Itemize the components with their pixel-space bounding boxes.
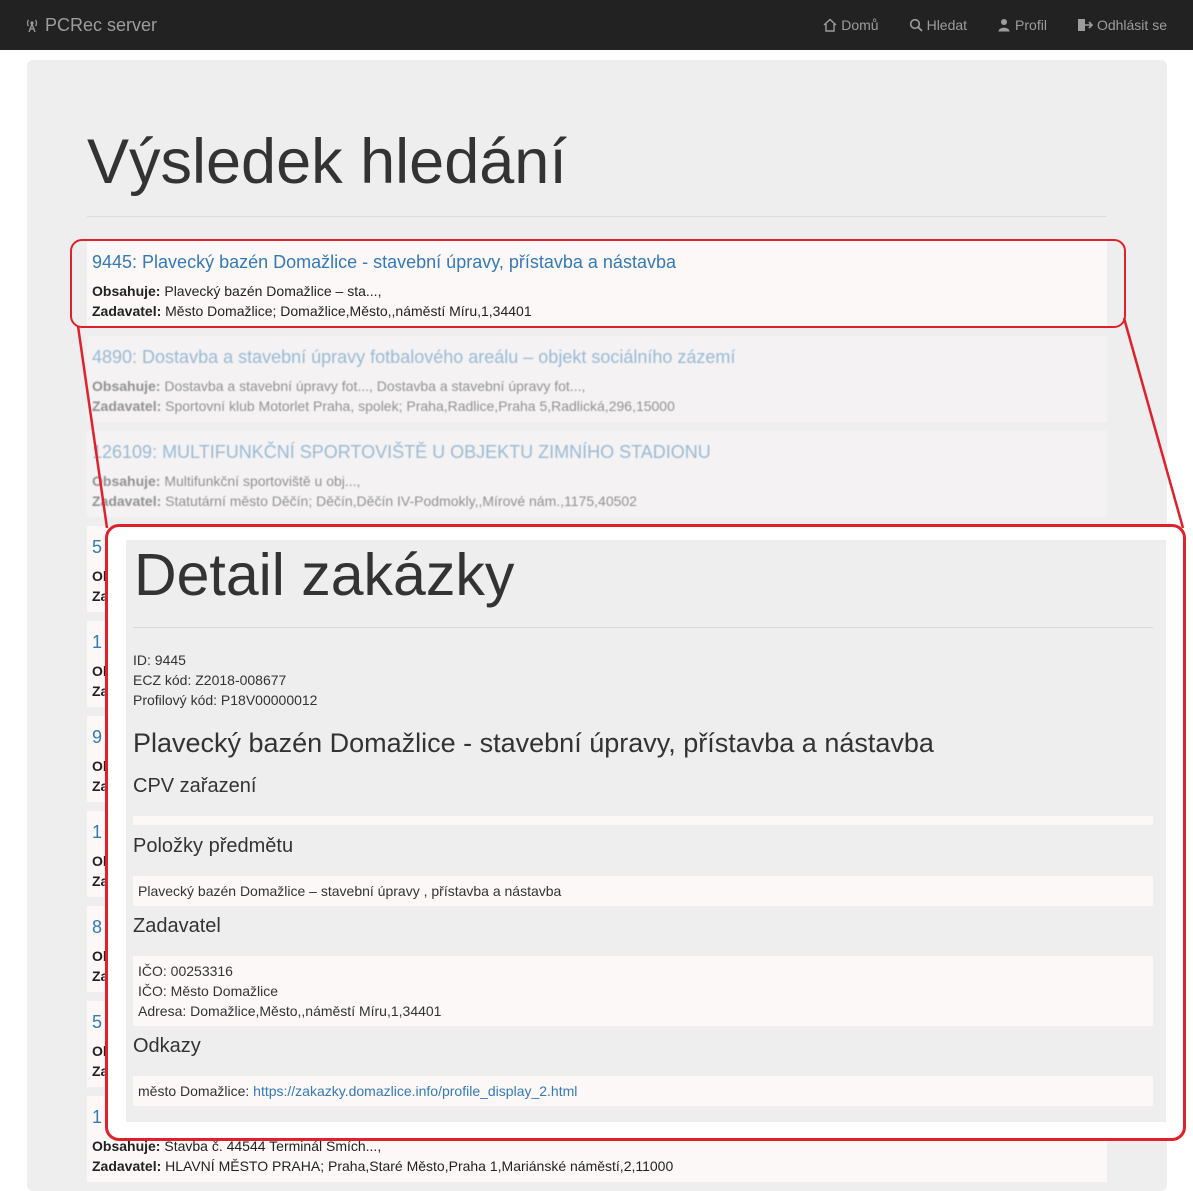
submitter-value: HLAVNÍ MĚSTO PRAHA; Praha,Staré Město,Pr… [165, 1158, 674, 1174]
contains-label: Obsahuje: [92, 378, 161, 394]
result-item: 4890: Dostavba a stavební úpravy fotbalo… [87, 336, 1107, 422]
title-divider [87, 216, 1107, 217]
navbar: PCRec server Domů Hledat Profil Odhlásit… [0, 0, 1193, 50]
submitter-value: Statutární město Děčín; Děčín,Děčín IV-P… [165, 493, 637, 509]
result-submitter: Zadavatel: HLAVNÍ MĚSTO PRAHA; Praha,Sta… [92, 1156, 1102, 1176]
contains-value: Multifunkční sportoviště u obj..., [164, 473, 361, 489]
page-title: Výsledek hledání [87, 127, 567, 197]
detail-title: Detail zakázky [134, 542, 515, 608]
result-title-link[interactable]: 126109: MULTIFUNKČNÍ SPORTOVIŠTĚ U OBJEK… [92, 441, 1102, 463]
result-contains: Obsahuje: Dostavba a stavební úpravy fot… [92, 376, 1102, 396]
highlight-frame [70, 239, 1126, 328]
nav-profile[interactable]: Profil [997, 17, 1047, 33]
search-icon [909, 18, 923, 32]
submitter-address: Adresa: Domažlice,Město,,náměstí Míru,1,… [138, 1003, 442, 1019]
detail-id: ID: 9445 [133, 652, 186, 668]
submitter-label: Zadavatel: [92, 493, 162, 509]
submitter-label: Zadavatel: [92, 1158, 162, 1174]
cpv-box [133, 816, 1153, 825]
nav-profile-label: Profil [1015, 17, 1047, 33]
detail-profile-code: Profilový kód: P18V00000012 [133, 692, 318, 708]
result-submitter: Zadavatel: Statutární město Děčín; Děčín… [92, 491, 1102, 511]
result-submitter: Zadavatel: Sportovní klub Motorlet Praha… [92, 396, 1102, 416]
items-heading: Položky předmětu [133, 835, 294, 857]
nav-home-label: Domů [841, 17, 879, 33]
detail-divider [133, 627, 1153, 628]
nav-logout[interactable]: Odhlásit se [1077, 17, 1167, 33]
brand[interactable]: PCRec server [24, 0, 157, 50]
nav-search-label: Hledat [926, 17, 968, 33]
submitter-box: IČO: 00253316 IČO: Město Domažlice Adres… [133, 956, 1153, 1026]
contains-value: Dostavba a stavební úpravy fot..., Dosta… [164, 378, 586, 394]
submitter-name: IČO: Město Domažlice [138, 983, 279, 999]
submitter-label: Zadavatel: [92, 398, 162, 414]
links-box: město Domažlice: https://zakazky.domazli… [133, 1076, 1153, 1106]
item-text: Plavecký bazén Domažlice – stavební úpra… [138, 883, 562, 899]
submitter-value: Sportovní klub Motorlet Praha, spolek; P… [165, 398, 675, 414]
cpv-heading: CPV zařazení [133, 775, 257, 797]
home-icon [823, 18, 837, 32]
result-item: 126109: MULTIFUNKČNÍ SPORTOVIŠTĚ U OBJEK… [87, 431, 1107, 517]
detail-ecz-code: ECZ kód: Z2018-008677 [133, 672, 287, 688]
antenna-icon [26, 19, 38, 33]
detail-meta: ID: 9445 ECZ kód: Z2018-008677 Profilový… [133, 650, 317, 710]
result-contains: Obsahuje: Multifunkční sportoviště u obj… [92, 471, 1102, 491]
detail-panel: Detail zakázky ID: 9445 ECZ kód: Z2018-0… [126, 540, 1166, 1122]
result-title-link[interactable]: 4890: Dostavba a stavební úpravy fotbalo… [92, 346, 1102, 368]
nav-home[interactable]: Domů [823, 17, 879, 33]
logout-icon [1077, 19, 1093, 31]
brand-label: PCRec server [45, 14, 158, 35]
submitter-ico: IČO: 00253316 [138, 963, 233, 979]
nav-search[interactable]: Hledat [909, 17, 967, 33]
link-prefix: město Domažlice: [138, 1083, 254, 1099]
nav-logout-label: Odhlásit se [1096, 17, 1167, 33]
profile-link[interactable]: https://zakazky.domazlice.info/profile_d… [253, 1083, 577, 1099]
user-icon [998, 19, 1010, 32]
links-heading: Odkazy [133, 1035, 201, 1057]
contains-label: Obsahuje: [92, 473, 161, 489]
items-box: Plavecký bazén Domažlice – stavební úpra… [133, 876, 1153, 906]
detail-name: Plavecký bazén Domažlice - stavební úpra… [133, 728, 934, 758]
submitter-heading: Zadavatel [133, 915, 221, 937]
